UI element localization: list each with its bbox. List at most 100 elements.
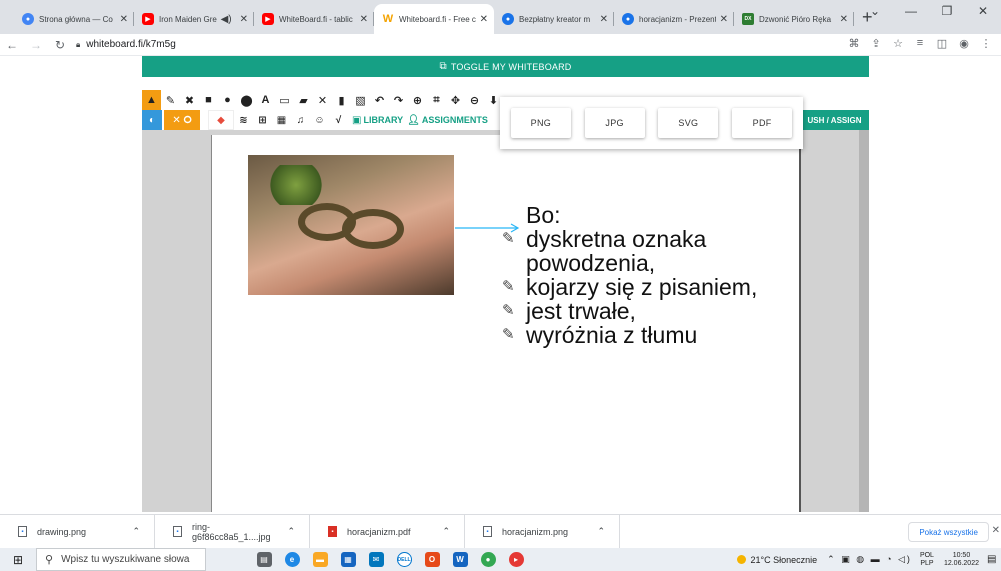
select-tool-icon[interactable]: ▲ xyxy=(142,90,161,110)
file-explorer-icon[interactable]: ▬ xyxy=(306,552,334,567)
show-all-downloads-button[interactable]: Pokaż wszystkie xyxy=(908,522,989,542)
download-item[interactable]: ▪ drawing.png ⌃ xyxy=(0,514,155,549)
store-icon[interactable]: ▦ xyxy=(334,552,362,567)
mail-icon[interactable]: ✉ xyxy=(362,552,390,567)
table-icon[interactable]: ▦ xyxy=(272,115,291,126)
tab-close-icon[interactable]: ✕ xyxy=(720,14,728,25)
export-png-button[interactable]: PNG xyxy=(510,108,571,138)
export-svg-button[interactable]: SVG xyxy=(658,108,719,138)
language-indicator[interactable]: POL PLP xyxy=(920,552,934,568)
reading-list-icon[interactable]: ≡ xyxy=(909,37,931,50)
tab-iron-maiden[interactable]: ▶ Iron Maiden Grea ◀) ✕ xyxy=(134,4,254,34)
task-view-icon[interactable]: ▤ xyxy=(250,552,278,567)
tab-close-icon[interactable]: ✕ xyxy=(240,14,248,25)
paste-tool-icon[interactable]: ▧ xyxy=(351,94,370,107)
close-shelf-icon[interactable]: ✕ xyxy=(992,525,1000,536)
color-palette-icon[interactable]: ◐ xyxy=(142,110,162,130)
whiteboard-canvas[interactable]: Bo: ✎ dyskretna oznaka powodzenia, ✎ kojar… xyxy=(211,135,801,512)
circle-tool-icon[interactable]: ● xyxy=(218,94,237,106)
back-arrow-icon[interactable]: ← xyxy=(0,38,24,52)
toggle-whiteboard-button[interactable]: ⧉ TOGGLE MY WHITEBOARD xyxy=(142,56,869,77)
reload-icon[interactable]: ↻ xyxy=(48,38,72,52)
close-window-button[interactable]: ✕ xyxy=(965,4,1001,18)
star-icon[interactable]: ☆ xyxy=(887,37,909,50)
profile-avatar[interactable]: ◉ xyxy=(953,37,975,50)
textbox-tool-icon[interactable]: ▭ xyxy=(275,94,294,107)
minimize-button[interactable]: — xyxy=(893,4,929,18)
image-tool-icon[interactable]: ▰ xyxy=(294,94,313,107)
pen-tool-icon[interactable]: ✎ xyxy=(161,94,180,107)
grid-icon[interactable]: ⊞ xyxy=(253,115,272,126)
notification-icon[interactable]: ▤ xyxy=(987,554,1001,565)
tray-icons[interactable]: ⌃ ▣ ◍ ▬ ◔ ◁) xyxy=(827,554,912,565)
tab-close-icon[interactable]: ✕ xyxy=(840,14,848,25)
handwritten-notes[interactable]: Bo: ✎ dyskretna oznaka powodzenia, ✎ kojar… xyxy=(502,203,802,347)
fit-screen-icon[interactable]: ⌗ xyxy=(427,94,446,107)
redo-icon[interactable]: ↷ xyxy=(389,94,408,107)
side-panel-icon[interactable]: ◫ xyxy=(931,37,953,50)
copy-tool-icon[interactable]: ▮ xyxy=(332,94,351,107)
undo-icon[interactable]: ↶ xyxy=(370,94,389,107)
zoom-in-icon[interactable]: ⊕ xyxy=(408,94,427,107)
move-tool-icon[interactable]: ✥ xyxy=(446,94,465,107)
url-field[interactable]: whiteboard.fi/k7m5g xyxy=(86,39,176,50)
download-filename: drawing.png xyxy=(37,526,87,537)
pencil-icon: ✎ xyxy=(502,326,515,343)
line-style-icon[interactable]: ≋ xyxy=(234,115,253,126)
chevron-up-icon[interactable]: ⌃ xyxy=(132,526,140,537)
tab-whiteboard-tablica[interactable]: ▶ WhiteBoard.fi - tablic ✕ xyxy=(254,4,374,34)
menu-kebab-icon[interactable]: ⋮ xyxy=(975,37,997,50)
tab-search-icon[interactable]: ⌄ xyxy=(857,4,893,18)
math-icon[interactable]: √ xyxy=(329,115,348,126)
tab-close-icon[interactable]: ✕ xyxy=(600,14,608,25)
tab-close-icon[interactable]: ✕ xyxy=(480,14,488,25)
system-tray: 21°C Słonecznie ⌃ ▣ ◍ ▬ ◔ ◁) POL PLP 10:… xyxy=(736,548,1001,571)
download-item[interactable]: ▪ horacjanizm.png ⌃ xyxy=(465,514,620,549)
canvas-scrollbar[interactable] xyxy=(859,130,869,512)
download-item[interactable]: ▪ horacjanizm.pdf ⌃ xyxy=(310,514,465,549)
chevron-up-icon[interactable]: ⌃ xyxy=(442,526,450,537)
tab-close-icon[interactable]: ✕ xyxy=(120,14,128,25)
rectangle-tool-icon[interactable]: ■ xyxy=(199,94,218,106)
dell-icon[interactable]: DELL xyxy=(390,552,418,567)
tic-tac-toe-button[interactable]: ✕ ⭘ xyxy=(164,110,200,130)
chevron-up-icon[interactable]: ⌃ xyxy=(287,526,295,537)
windows-start-icon[interactable]: ⊞ xyxy=(0,553,36,567)
marker-tool-icon[interactable]: ✖ xyxy=(180,94,199,107)
chevron-up-icon[interactable]: ⌃ xyxy=(597,526,605,537)
tab-kreator[interactable]: ● Bezpłatny kreator m ✕ xyxy=(494,4,614,34)
office-icon[interactable]: O xyxy=(418,552,446,567)
edge-icon[interactable]: e xyxy=(278,552,306,567)
chrome-icon[interactable]: ● xyxy=(474,552,502,567)
library-button[interactable]: ▣ LIBRARY xyxy=(352,115,403,126)
publish-assign-button[interactable]: USH / ASSIGN xyxy=(800,110,869,130)
clock[interactable]: 10:50 12.06.2022 xyxy=(944,552,979,568)
tab-strona-glowna[interactable]: ● Strona główna — Co ✕ xyxy=(14,4,134,34)
speaker-icon[interactable]: ◀) xyxy=(221,14,232,25)
share-icon[interactable]: ⇪ xyxy=(865,37,887,50)
zoom-out-icon[interactable]: ⊖ xyxy=(465,94,484,107)
word-icon[interactable]: W xyxy=(446,552,474,567)
tab-favicon-icon: DX xyxy=(742,13,754,25)
taskbar-search[interactable]: ⚲ Wpisz tu wyszukiwane słowa xyxy=(36,548,206,571)
filled-circle-tool-icon[interactable]: ⬤ xyxy=(237,94,256,107)
export-pdf-button[interactable]: PDF xyxy=(732,108,793,138)
music-icon[interactable]: ♫ xyxy=(291,115,310,126)
forward-arrow-icon[interactable]: → xyxy=(24,38,48,52)
download-item[interactable]: ▪ ring-g6f86cc8a5_1....jpg ⌃ xyxy=(155,514,310,549)
assignments-button[interactable]: 👤︎ ASSIGNMENTS xyxy=(407,115,488,126)
tab-close-icon[interactable]: ✕ xyxy=(360,14,368,25)
weather-widget[interactable]: 21°C Słonecznie xyxy=(736,555,817,565)
export-jpg-button[interactable]: JPG xyxy=(584,108,645,138)
restore-button[interactable]: ❐ xyxy=(929,4,965,18)
tab-dzwonic[interactable]: DX Dzwonić Pióro Ręka ✕ xyxy=(734,4,854,34)
translate-icon[interactable]: ⌘ xyxy=(843,37,865,50)
ring-photo[interactable] xyxy=(248,155,454,295)
tab-horacjanizm[interactable]: ● horacjanizm - Prezent ✕ xyxy=(614,4,734,34)
delete-tool-icon[interactable]: ✕ xyxy=(313,94,332,107)
pdf-reader-icon[interactable]: ▸ xyxy=(502,552,530,567)
emoji-icon[interactable]: ☺ xyxy=(310,115,329,126)
eraser-icon[interactable]: ◆ xyxy=(208,110,234,130)
tab-whiteboard-free[interactable]: W Whiteboard.fi - Free c ✕ xyxy=(374,4,494,34)
text-tool-icon[interactable]: A xyxy=(256,94,275,106)
